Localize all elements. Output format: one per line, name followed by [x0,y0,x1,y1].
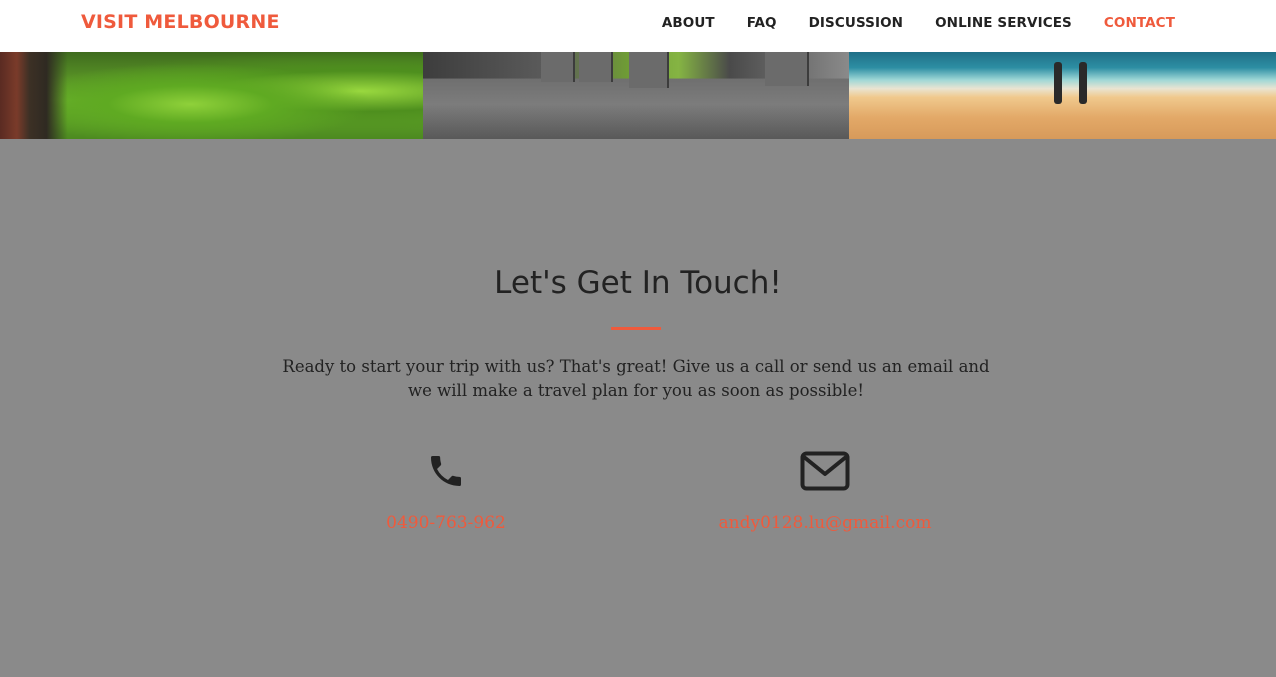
nav-link-contact[interactable]: CONTACT [1104,15,1175,31]
top-navbar: VISIT MELBOURNE ABOUT FAQ DISCUSSION ONL… [0,0,1276,52]
contact-heading: Let's Get In Touch! [494,265,782,301]
person-figure [1054,62,1062,104]
ruin-column [541,52,575,82]
email-address-link[interactable]: andy0128.lu@gmail.com [715,513,935,533]
heading-divider [611,327,661,330]
beach-photo [849,52,1276,139]
phone-number-link[interactable]: 0490-763-962 [336,513,556,533]
nav-link-online-services[interactable]: ONLINE SERVICES [935,15,1072,31]
nav-link-faq[interactable]: FAQ [747,15,777,31]
nav-link-about[interactable]: ABOUT [662,15,715,31]
contact-lead-text: Ready to start your trip with us? That's… [282,357,990,400]
ruin-column [765,52,809,86]
contact-section: Let's Get In Touch! Ready to start your … [0,139,1276,677]
ruin-column [629,52,669,88]
email-contact: andy0128.lu@gmail.com [715,451,935,533]
ruin-column [579,52,613,82]
phone-icon [336,451,556,491]
brand-logo-link[interactable]: VISIT MELBOURNE [81,11,280,33]
stone-ruins-photo [423,52,849,139]
nav-link-discussion[interactable]: DISCUSSION [809,15,903,31]
nav-menu: ABOUT FAQ DISCUSSION ONLINE SERVICES CON… [630,15,1175,31]
phone-contact: 0490-763-962 [336,451,556,533]
person-figure [1079,62,1087,104]
forest-photo [0,52,423,139]
envelope-icon [715,451,935,491]
photo-banner [0,52,1276,139]
